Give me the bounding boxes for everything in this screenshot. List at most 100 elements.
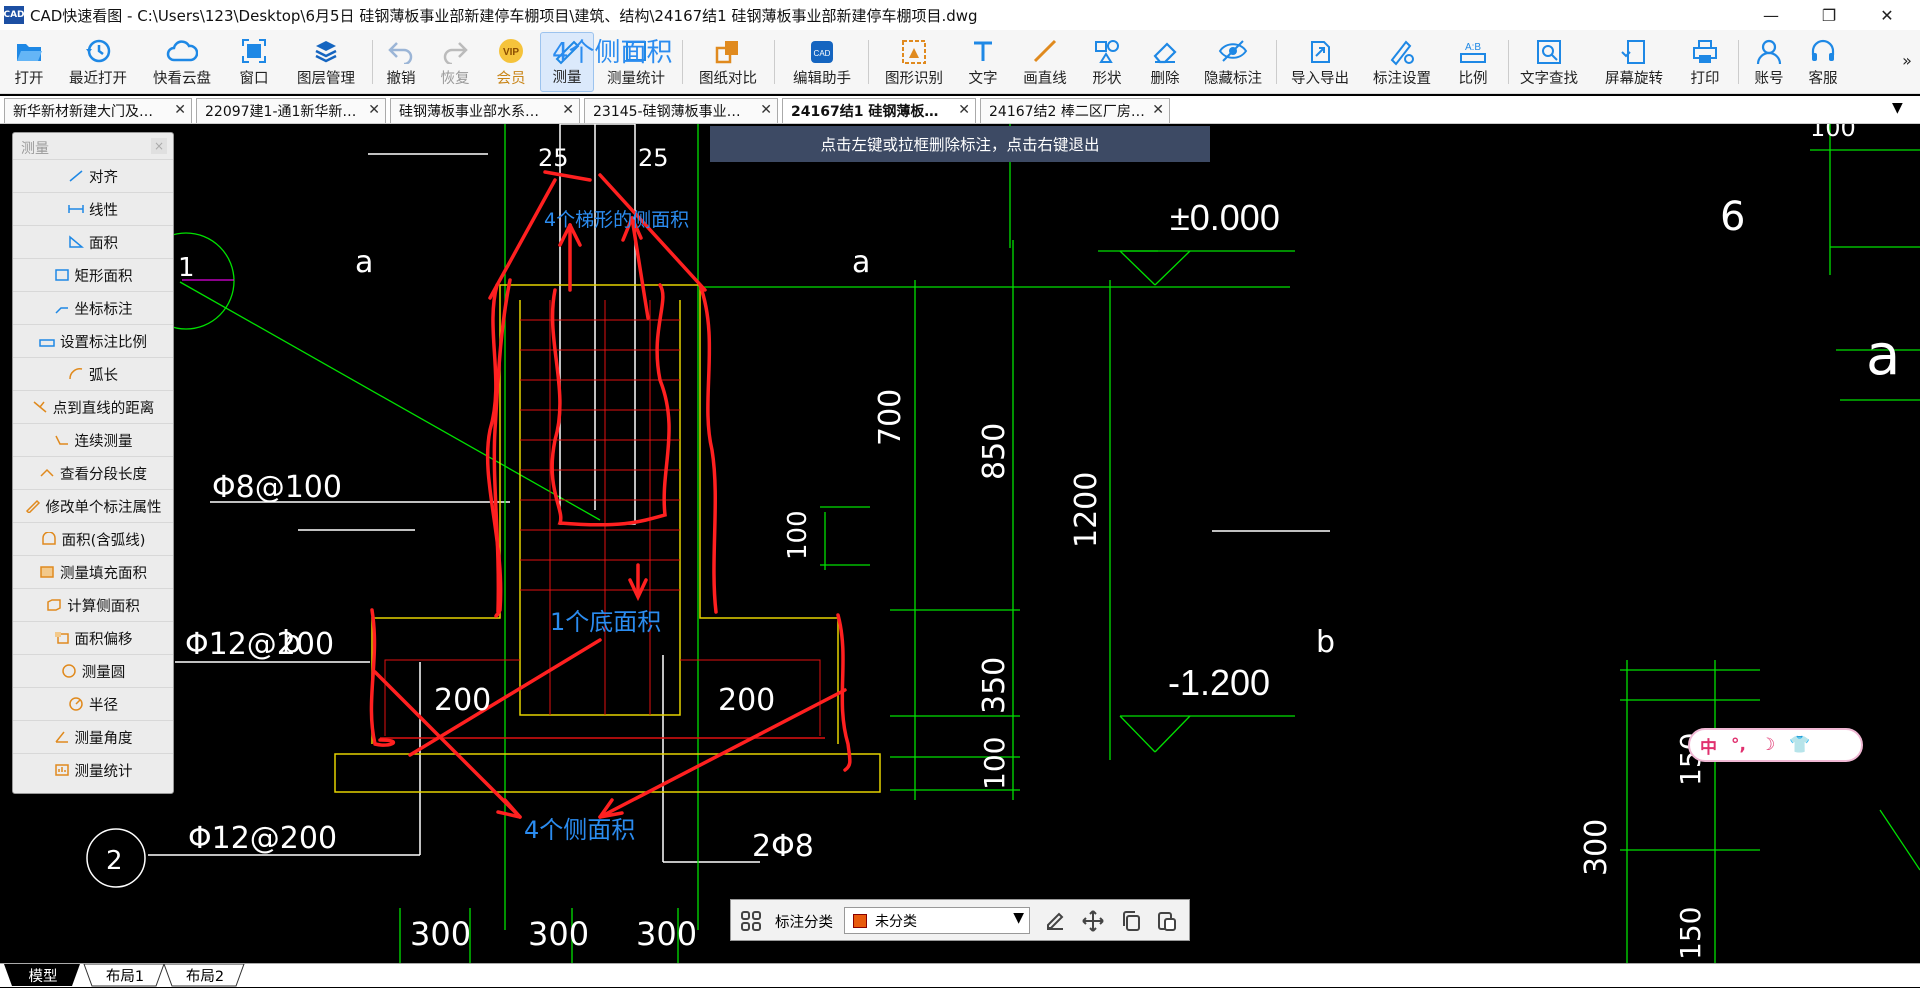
printer-icon (1693, 40, 1717, 63)
coordinate-annotation-button[interactable]: 坐标标注 (13, 291, 173, 324)
grid-icon[interactable] (739, 909, 763, 933)
scale-icon (39, 339, 55, 347)
window-button[interactable]: 窗口 (228, 32, 280, 92)
maximize-button[interactable]: ❐ (1800, 0, 1858, 30)
ime-moon-icon[interactable]: ☽ (1760, 735, 1775, 755)
dimension-text: 1200 (1069, 472, 1104, 548)
ime-punct-indicator[interactable]: °, (1731, 735, 1746, 755)
hide-eye-icon (1218, 40, 1248, 62)
chevron-down-icon: ▼ (1013, 910, 1024, 926)
dimension-text: 6 (1720, 194, 1745, 240)
doc-tab-active[interactable]: 24167结1 硅钢薄板… ✕ (782, 98, 976, 123)
close-window-button[interactable]: ✕ (1858, 0, 1916, 30)
layout-tab-1[interactable]: 布局1 (92, 964, 158, 986)
area-offset-button[interactable]: 面积偏移 (13, 621, 173, 654)
measure-linear-button[interactable]: 线性 (13, 192, 173, 225)
set-annotation-scale-button[interactable]: 设置标注比例 (13, 324, 173, 357)
scale-button[interactable]: A:B 比例 (1448, 32, 1498, 92)
grid-number-label: 1 (178, 253, 195, 283)
segment-length-button[interactable]: 查看分段长度 (13, 456, 173, 489)
text-icon (974, 41, 992, 61)
measure-rect-area-button[interactable]: 矩形面积 (13, 258, 173, 291)
recent-clock-icon (86, 39, 111, 63)
measure-arc-length-button[interactable]: 弧长 (13, 357, 173, 390)
shape-recognize-button[interactable]: 图形识别 (876, 32, 952, 92)
continuous-measure-button[interactable]: 连续测量 (13, 423, 173, 456)
copy-icon[interactable] (1119, 909, 1143, 933)
minimize-button[interactable]: — (1742, 0, 1800, 30)
text-search-icon (1537, 40, 1561, 64)
redo-button[interactable]: 恢复 (432, 32, 478, 92)
layers-icon (315, 41, 337, 63)
delete-button[interactable]: 删除 (1140, 32, 1190, 92)
annotation-settings-icon (1390, 40, 1414, 66)
svg-text:A:B: A:B (1465, 42, 1481, 53)
close-tab-icon[interactable]: ✕ (760, 102, 772, 118)
paste-icon[interactable] (1155, 909, 1179, 933)
layer-manager-button[interactable]: 图层管理 (290, 32, 362, 92)
edit-annotation-property-button[interactable]: 修改单个标注属性 (13, 489, 173, 522)
measure-angle-button[interactable]: 测量角度 (13, 720, 173, 753)
compare-drawings-button[interactable]: 图纸对比 (690, 32, 766, 92)
tab-list-menu-button[interactable]: ▼ (1892, 100, 1903, 116)
close-tab-icon[interactable]: ✕ (958, 102, 970, 118)
point-to-line-distance-button[interactable]: 点到直线的距离 (13, 390, 173, 423)
text-search-button[interactable]: 文字查找 (1516, 32, 1582, 92)
close-panel-button[interactable]: × (151, 138, 167, 154)
area-with-arc-button[interactable]: 面积(含弧线) (13, 522, 173, 555)
close-tab-icon[interactable]: ✕ (368, 102, 380, 118)
recent-open-button[interactable]: 最近打开 (62, 32, 134, 92)
radius-button[interactable]: 半径 (13, 687, 173, 720)
coordinate-icon (54, 307, 68, 314)
edit-icon[interactable] (1043, 909, 1067, 933)
annotation-category-label: 标注分类 (775, 915, 833, 931)
text-button[interactable]: 文字 (960, 32, 1006, 92)
ime-status-widget[interactable]: 中 °, ☽ 👕 (1688, 728, 1863, 762)
drawing-canvas[interactable]: a a b b 1 2 25 25 ±0.000 -1.200 Φ8@100 Φ… (0, 124, 1920, 963)
annotation-settings-button[interactable]: 标注设置 (1366, 32, 1438, 92)
measure-circle-button[interactable]: 测量圆 (13, 654, 173, 687)
draw-line-button[interactable]: 画直线 (1016, 32, 1074, 92)
close-tab-icon[interactable]: ✕ (562, 102, 574, 118)
close-tab-icon[interactable]: ✕ (174, 102, 186, 118)
rotate-screen-button[interactable]: 屏幕旋转 (1598, 32, 1670, 92)
doc-tab[interactable]: 22097建1-通1新华新… ✕ (196, 98, 386, 123)
title-bar: CAD CAD快速看图 - C:\Users\123\Desktop\6月5日 … (0, 0, 1920, 30)
rebar-label: Φ12@200 (188, 821, 337, 856)
dimension-text: 25 (538, 144, 569, 172)
ime-skin-icon[interactable]: 👕 (1789, 735, 1810, 755)
annotation-category-select[interactable]: 未分类 ▼ (844, 907, 1030, 934)
dimension-text: 700 (873, 389, 908, 446)
annotation-text: 1个底面积 (550, 608, 661, 636)
edit-assistant-button[interactable]: CAD 编辑助手 (782, 32, 862, 92)
open-button[interactable]: 打开 (0, 32, 58, 92)
print-button[interactable]: 打印 (1680, 32, 1730, 92)
cloud-drive-button[interactable]: 快看云盘 (146, 32, 218, 92)
import-export-button[interactable]: 导入导出 (1284, 32, 1356, 92)
layout-tab-2[interactable]: 布局2 (172, 964, 238, 986)
layout-tab-model[interactable]: 模型 (12, 964, 74, 986)
area-icon (69, 235, 84, 248)
ime-lang-indicator[interactable]: 中 (1700, 733, 1717, 758)
measure-stats-panel-button[interactable]: 测量统计 (13, 753, 173, 786)
doc-tab[interactable]: 24167结2 棒二区厂房… ✕ (980, 98, 1170, 123)
vip-button[interactable]: VIP 会员 (488, 32, 534, 92)
measure-align-button[interactable]: 对齐 (13, 159, 173, 192)
account-button[interactable]: 账号 (1744, 32, 1794, 92)
doc-tab[interactable]: 硅钢薄板事业部水系… ✕ (390, 98, 580, 123)
close-tab-icon[interactable]: ✕ (1152, 102, 1164, 118)
side-area-button[interactable]: 计算侧面积 (13, 588, 173, 621)
move-icon[interactable] (1081, 909, 1105, 933)
undo-button[interactable]: 撤销 (378, 32, 424, 92)
fill-area-button[interactable]: 测量填充面积 (13, 555, 173, 588)
hide-annotation-button[interactable]: 隐藏标注 (1198, 32, 1268, 92)
toolbar-separator (372, 40, 373, 84)
measure-area-button[interactable]: 面积 (13, 225, 173, 258)
doc-tab[interactable]: 23145-硅钢薄板事业… ✕ (584, 98, 778, 123)
customer-service-button[interactable]: 客服 (1798, 32, 1848, 92)
rect-area-icon (54, 269, 69, 281)
doc-tab[interactable]: 新华新材新建大门及… ✕ (4, 98, 192, 123)
shape-button[interactable]: 形状 (1082, 32, 1132, 92)
toolbar-overflow-button[interactable]: » (1896, 32, 1918, 92)
elevation-text: ±0.000 (1170, 197, 1280, 238)
